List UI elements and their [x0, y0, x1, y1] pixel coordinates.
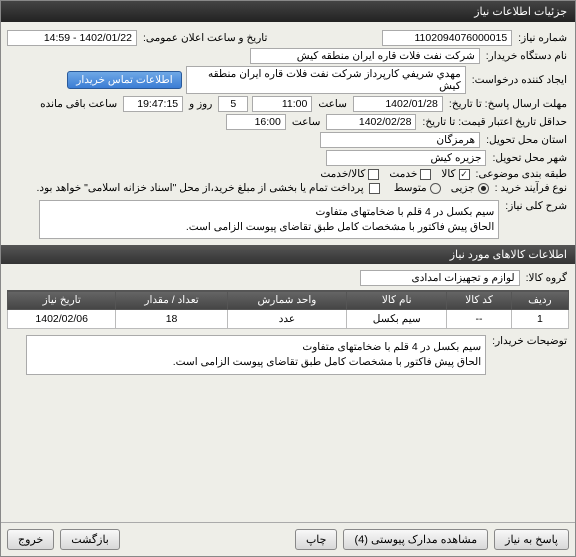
- remaining-label: ساعت باقی مانده: [38, 98, 119, 110]
- respond-button[interactable]: پاسخ به نیاز: [494, 529, 569, 550]
- category-goods-service-label: کالا/خدمت: [320, 168, 365, 180]
- table-header-row: ردیف کد کالا نام کالا واحد شمارش تعداد /…: [8, 291, 569, 310]
- cell-date: 1402/02/06: [8, 310, 116, 329]
- cell-name: سیم بکسل: [347, 310, 447, 329]
- group-value: لوازم و تجهیزات امدادی: [360, 270, 520, 286]
- category-group: کالا خدمت کالا/خدمت: [320, 168, 469, 180]
- main-content: شماره نیاز: 1102094076000015 تاریخ و ساع…: [1, 22, 575, 522]
- description-box: سیم بکسل در 4 قلم با ضخامتهای متفاوت الح…: [39, 200, 499, 239]
- city-value: جزیره کیش: [326, 150, 486, 166]
- buyer-org-label: نام دستگاه خریدار:: [484, 50, 569, 62]
- desc-label: شرح کلی نیاز:: [503, 200, 569, 212]
- radio-icon: [478, 183, 489, 194]
- checkbox-icon: [368, 169, 379, 180]
- cell-qty: 18: [116, 310, 227, 329]
- time-label-1: ساعت: [316, 98, 349, 110]
- announce-label: تاریخ و ساعت اعلان عمومی:: [141, 32, 269, 44]
- col-name: نام کالا: [347, 291, 447, 310]
- group-label: گروه کالا:: [524, 272, 569, 284]
- desc-line1: سیم بکسل در 4 قلم با ضخامتهای متفاوت: [44, 205, 494, 220]
- category-goods[interactable]: کالا: [441, 168, 469, 180]
- footer-bar: پاسخ به نیاز مشاهده مدارک پیوستی (4) چاپ…: [1, 522, 575, 556]
- requester-value: مهدي شريفي کارپرداز شرکت نفت فلات قاره ا…: [186, 66, 466, 94]
- category-goods-service[interactable]: کالا/خدمت: [320, 168, 379, 180]
- col-qty: تعداد / مقدار: [116, 291, 227, 310]
- validity-label: حداقل تاریخ اعتبار قیمت: تا تاریخ:: [420, 116, 569, 128]
- process-medium[interactable]: متوسط: [394, 182, 441, 194]
- desc-line2: الحاق پیش فاکتور با مشخصات کامل طبق تقاض…: [44, 220, 494, 235]
- note-line1: سیم بکسل در 4 قلم با ضخامتهای متفاوت: [31, 340, 481, 355]
- requester-label: ایجاد کننده درخواست:: [470, 74, 569, 86]
- cell-row: 1: [511, 310, 568, 329]
- cell-code: --: [447, 310, 511, 329]
- process-partial-label: جزیی: [451, 182, 475, 194]
- category-service-label: خدمت: [389, 168, 417, 180]
- treasury-note-label: پرداخت تمام یا بخشی از مبلغ خرید،از محل …: [35, 182, 366, 194]
- req-number-value: 1102094076000015: [382, 30, 512, 46]
- province-label: استان محل تحویل:: [484, 134, 569, 146]
- process-label: نوع فرآیند خرید :: [493, 182, 569, 194]
- announce-value: 1402/01/22 - 14:59: [7, 30, 137, 46]
- process-partial[interactable]: جزیی: [451, 182, 489, 194]
- radio-icon: [430, 183, 441, 194]
- table-row[interactable]: 1 -- سیم بکسل عدد 18 1402/02/06: [8, 310, 569, 329]
- checkbox-icon: [420, 169, 431, 180]
- note-line2: الحاق پیش فاکتور با مشخصات کامل طبق تقاض…: [31, 355, 481, 370]
- category-service[interactable]: خدمت: [389, 168, 431, 180]
- validity-time: 16:00: [226, 114, 286, 130]
- category-goods-label: کالا: [441, 168, 455, 180]
- items-section-header: اطلاعات کالاهای مورد نیاز: [1, 245, 575, 264]
- buyer-notes-label: توضیحات خریدار:: [490, 335, 569, 347]
- col-unit: واحد شمارش: [227, 291, 346, 310]
- city-label: شهر محل تحویل:: [490, 152, 569, 164]
- time-label-2: ساعت: [290, 116, 323, 128]
- col-row: ردیف: [511, 291, 568, 310]
- days-label: روز و: [187, 98, 214, 110]
- print-button[interactable]: چاپ: [295, 529, 338, 550]
- window-title: جزئیات اطلاعات نیاز: [474, 6, 567, 18]
- attachments-button[interactable]: مشاهده مدارک پیوستی (4): [343, 529, 488, 550]
- items-table: ردیف کد کالا نام کالا واحد شمارش تعداد /…: [7, 290, 569, 329]
- col-date: تاریخ نیاز: [8, 291, 116, 310]
- category-label: طبقه بندی موضوعی:: [474, 168, 569, 180]
- validity-date: 1402/02/28: [326, 114, 416, 130]
- checkbox-icon: [369, 183, 380, 194]
- deadline-time: 11:00: [252, 96, 312, 112]
- deadline-label: مهلت ارسال پاسخ: تا تاریخ:: [447, 98, 569, 110]
- exit-button[interactable]: خروج: [7, 529, 54, 550]
- cell-unit: عدد: [227, 310, 346, 329]
- treasury-note-check[interactable]: پرداخت تمام یا بخشی از مبلغ خرید،از محل …: [35, 182, 380, 194]
- remaining-time: 19:47:15: [123, 96, 183, 112]
- back-button[interactable]: بازگشت: [60, 529, 120, 550]
- process-medium-label: متوسط: [394, 182, 427, 194]
- process-group: جزیی متوسط: [394, 182, 489, 194]
- buyer-notes-box: سیم بکسل در 4 قلم با ضخامتهای متفاوت الح…: [26, 335, 486, 374]
- days-value: 5: [218, 96, 248, 112]
- col-code: کد کالا: [447, 291, 511, 310]
- deadline-date: 1402/01/28: [353, 96, 443, 112]
- req-number-label: شماره نیاز:: [516, 32, 569, 44]
- window-titlebar: جزئیات اطلاعات نیاز: [1, 1, 575, 22]
- buyer-org-value: شرکت نفت فلات قاره ایران منطقه کیش: [250, 48, 480, 64]
- province-value: هرمزگان: [320, 132, 480, 148]
- checkbox-icon: [459, 169, 470, 180]
- contact-buyer-button[interactable]: اطلاعات تماس خریدار: [67, 71, 181, 89]
